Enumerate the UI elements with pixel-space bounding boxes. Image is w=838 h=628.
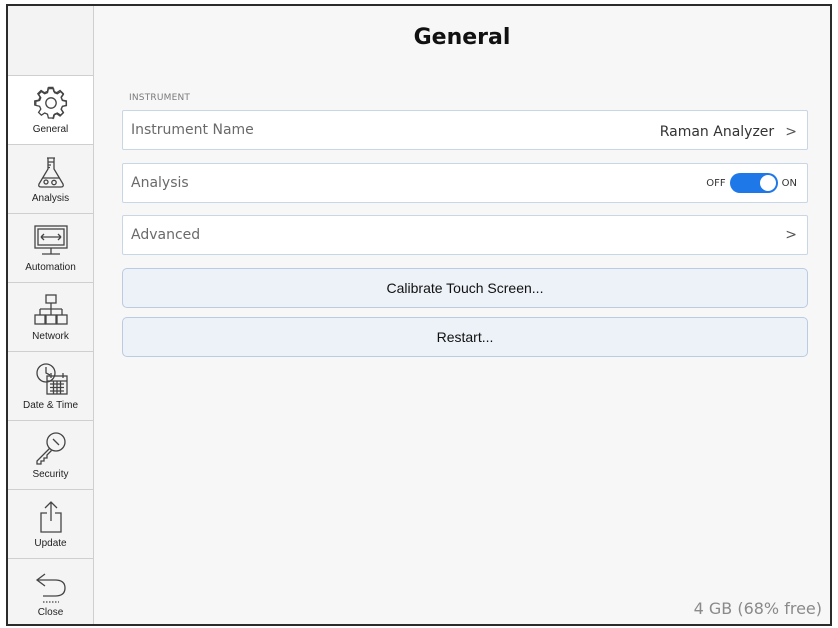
analysis-toggle-group: OFF ON	[706, 173, 797, 193]
analysis-toggle[interactable]	[729, 173, 778, 193]
sidebar-item-label: Security	[32, 469, 69, 480]
sidebar-item-label: General	[32, 124, 69, 135]
sidebar-item-update[interactable]: Update	[8, 490, 93, 559]
sidebar-item-label: Automation	[25, 262, 76, 273]
sidebar-header	[8, 6, 93, 76]
analysis-row: Analysis OFF ON	[122, 163, 808, 203]
main-panel: General INSTRUMENT Instrument Name Raman…	[94, 6, 830, 624]
instrument-name-value: Raman Analyzer	[659, 123, 775, 140]
toggle-off-label: OFF	[706, 177, 726, 189]
key-icon	[35, 432, 66, 465]
share-upload-icon	[39, 501, 62, 533]
sidebar-item-analysis[interactable]: Analysis	[8, 145, 93, 214]
sidebar-item-network[interactable]: Network	[8, 283, 93, 352]
storage-status: 4 GB (68% free)	[693, 599, 822, 618]
sidebar-item-general[interactable]: General	[8, 76, 93, 145]
monitor-arrows-icon	[33, 225, 68, 255]
page-title: General	[413, 25, 511, 50]
sidebar-item-label: Update	[34, 538, 67, 549]
advanced-row[interactable]: Advanced >	[122, 215, 808, 255]
sidebar-item-label: Analysis	[31, 193, 70, 204]
sidebar-item-label: Close	[37, 607, 64, 618]
advanced-label: Advanced	[131, 227, 201, 243]
toggle-on-label: ON	[781, 177, 797, 189]
sidebar-item-date-time[interactable]: Date & Time	[8, 352, 93, 421]
toggle-knob	[759, 175, 776, 191]
chevron-right-icon: >	[785, 227, 797, 243]
restart-button[interactable]: Restart...	[122, 317, 808, 357]
back-arrow-icon	[35, 573, 66, 603]
analysis-label: Analysis	[131, 175, 189, 191]
sidebar-item-security[interactable]: Security	[8, 421, 93, 490]
flask-icon	[37, 157, 64, 188]
calibrate-touch-screen-button[interactable]: Calibrate Touch Screen...	[122, 268, 808, 308]
sidebar-item-close[interactable]: Close	[8, 559, 93, 624]
network-icon	[33, 294, 68, 325]
sidebar-item-label: Date & Time	[22, 400, 79, 411]
clock-calendar-icon	[35, 363, 68, 395]
instrument-name-label: Instrument Name	[131, 122, 254, 138]
gear-icon	[33, 86, 67, 120]
sidebar-item-automation[interactable]: Automation	[8, 214, 93, 283]
instrument-name-value-group: Raman Analyzer >	[660, 121, 797, 140]
sidebar: General Analysis Automation Network Date…	[8, 6, 94, 624]
settings-window: General Analysis Automation Network Date…	[6, 4, 832, 626]
section-label-instrument: INSTRUMENT	[129, 93, 191, 103]
instrument-name-row[interactable]: Instrument Name Raman Analyzer >	[122, 110, 808, 150]
sidebar-item-label: Network	[32, 331, 69, 342]
chevron-right-icon: >	[785, 123, 797, 140]
